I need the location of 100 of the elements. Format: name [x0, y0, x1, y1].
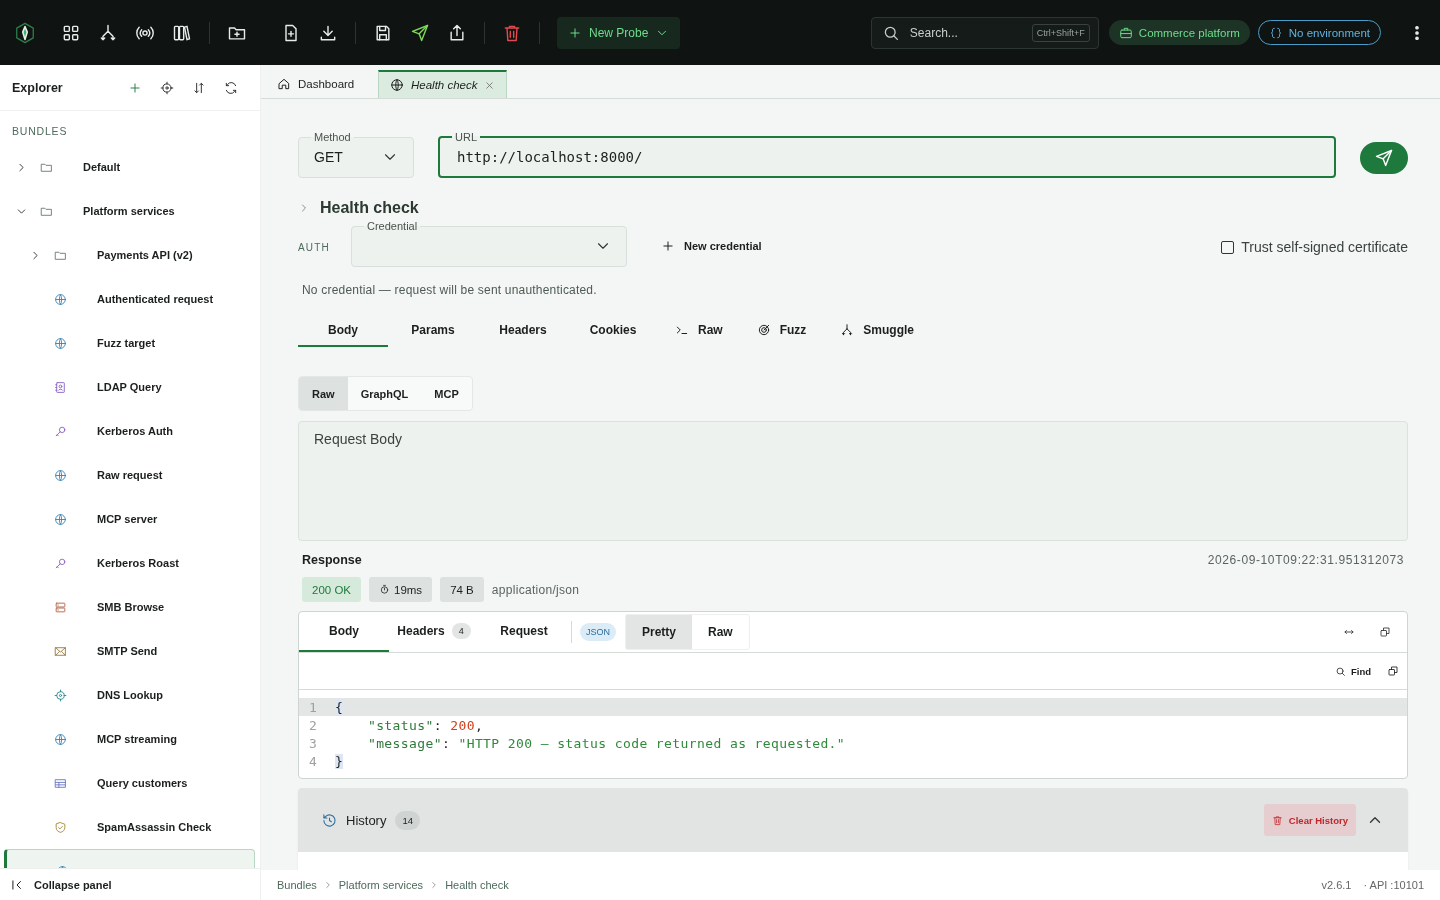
sort-icon[interactable]: [192, 80, 206, 95]
section-tab[interactable]: Headers: [478, 315, 568, 347]
editor-tab[interactable]: Health check: [378, 70, 508, 98]
fork-icon: [840, 323, 855, 337]
section-tab[interactable]: Smuggle: [823, 315, 932, 347]
tree-item[interactable]: Kerberos Auth: [4, 409, 255, 453]
checkbox-label: Trust self-signed certificate: [1241, 239, 1408, 255]
duration: 19ms: [394, 583, 423, 596]
line-number: 2: [308, 717, 318, 733]
line-number: 1: [308, 699, 318, 715]
method-select[interactable]: Method GET: [298, 131, 414, 178]
crosshair-icon[interactable]: [160, 80, 174, 95]
count-badge: 14: [395, 810, 421, 830]
copy-icon[interactable]: [1379, 626, 1391, 638]
tree-item[interactable]: Payments API (v2): [4, 233, 255, 277]
response-tab[interactable]: Headers 4: [389, 612, 479, 652]
briefcase-icon: [1118, 25, 1133, 40]
search-field[interactable]: Search... Ctrl+Shift+F: [870, 16, 1099, 49]
content-type: application/json: [491, 582, 580, 597]
section-label: BUNDLES: [11, 124, 69, 139]
tree-item[interactable]: Kerberos Roast: [4, 541, 255, 585]
format-badge: JSON: [580, 623, 616, 641]
request-body-field[interactable]: Request Body: [298, 421, 1408, 541]
body-mode-tab[interactable]: MCP: [421, 377, 472, 410]
send-icon: [1374, 148, 1394, 168]
breadcrumb[interactable]: Health check: [445, 879, 509, 891]
table-icon: [54, 776, 67, 790]
server-icon: [54, 600, 67, 614]
tree-item[interactable]: SMB Browse: [4, 585, 255, 629]
api-port-label: · API :10101: [1363, 879, 1424, 891]
collapse-icon: [10, 877, 24, 892]
share-icon[interactable]: [447, 22, 467, 43]
code-line: "message": "HTTP 200 — status code returned as requested.": [366, 735, 846, 751]
url-input[interactable]: http://localhost:8000/: [455, 147, 1320, 166]
tree-item[interactable]: MCP streaming: [4, 717, 255, 761]
home-icon: [277, 77, 291, 91]
search-input[interactable]: Search...: [907, 24, 1024, 41]
size-badge: 74 B: [440, 577, 484, 602]
section-tab[interactable]: Cookies: [568, 315, 658, 347]
terminal-icon: [675, 323, 689, 337]
auth-label: AUTH: [298, 242, 332, 253]
line-number: 4: [308, 753, 318, 769]
tree-item[interactable]: LDAP Query: [4, 365, 255, 409]
tree-item[interactable]: Fuzz target: [4, 321, 255, 365]
code-line: "status": 200,: [366, 717, 484, 733]
request-name: Health check: [320, 199, 419, 217]
history-title: History: [346, 812, 387, 828]
envelope-icon: [54, 644, 67, 658]
crosshair-icon: [54, 688, 67, 702]
target-icon: [756, 323, 771, 337]
checkbox[interactable]: [1221, 240, 1235, 254]
section-tab[interactable]: Body: [298, 315, 388, 347]
find-button[interactable]: Find: [1328, 664, 1377, 678]
timestamp: 2026-09-10T09:22:31.951312073: [1207, 553, 1404, 567]
breadcrumb[interactable]: Platform services: [338, 879, 424, 891]
credential-select[interactable]: Credential: [351, 220, 627, 267]
body-mode-tab[interactable]: GraphQL: [347, 377, 422, 410]
url-field[interactable]: URL http://localhost:8000/: [438, 131, 1336, 178]
tree-item[interactable]: Authenticated request: [4, 277, 255, 321]
auth-note: No credential — request will be sent unauthenticated.: [302, 283, 598, 297]
section-tab[interactable]: Params: [388, 315, 478, 347]
response-tab[interactable]: Body: [299, 612, 389, 652]
body-mode-tab[interactable]: Raw: [299, 377, 348, 410]
tree-item[interactable]: SMTP Send: [4, 629, 255, 673]
editor-tab[interactable]: Dashboard: [266, 70, 374, 98]
response-title: Response: [302, 553, 362, 567]
status-badge: 200 OK: [302, 577, 361, 602]
shortcut-hint: Ctrl+Shift+F: [1031, 23, 1090, 42]
response-tab[interactable]: Request: [479, 612, 569, 652]
tree-item[interactable]: DNS Lookup: [4, 673, 255, 717]
workspace-chip[interactable]: Commerce platform: [1108, 20, 1250, 45]
tree-item[interactable]: Default: [4, 145, 255, 189]
shield-icon: [54, 820, 67, 834]
key-icon: [54, 556, 67, 570]
send-button[interactable]: [1360, 142, 1408, 174]
view-tab[interactable]: Raw: [692, 615, 749, 649]
clear-history-button[interactable]: Clear History: [1263, 804, 1356, 836]
new-credential-button[interactable]: New credential: [655, 238, 768, 254]
timer-icon: [379, 584, 390, 595]
line-number: 3: [308, 735, 318, 751]
refresh-icon[interactable]: [224, 80, 238, 95]
tree-item[interactable]: Raw request: [4, 453, 255, 497]
key-icon: [54, 424, 67, 438]
contact-card-icon: [54, 380, 67, 394]
tree-item[interactable]: SpamAssassin Check: [4, 805, 255, 849]
section-tab[interactable]: Fuzz: [739, 315, 824, 347]
section-tab[interactable]: Raw: [658, 315, 740, 347]
fork-icon[interactable]: [98, 22, 118, 43]
copy-icon[interactable]: [1387, 665, 1399, 677]
tree-item[interactable]: MCP server: [4, 497, 255, 541]
view-tab[interactable]: Pretty: [626, 615, 693, 649]
trash-icon: [1271, 814, 1283, 826]
send-icon[interactable]: [410, 22, 430, 43]
breadcrumb[interactable]: Bundles: [277, 879, 317, 891]
close-icon[interactable]: [484, 79, 496, 91]
plus-icon: [661, 239, 675, 253]
tree-item[interactable]: Query customers: [4, 761, 255, 805]
panel-title: Explorer: [12, 80, 63, 95]
new-probe-button[interactable]: New Probe: [557, 16, 681, 49]
tree-item[interactable]: Platform services: [4, 189, 255, 233]
